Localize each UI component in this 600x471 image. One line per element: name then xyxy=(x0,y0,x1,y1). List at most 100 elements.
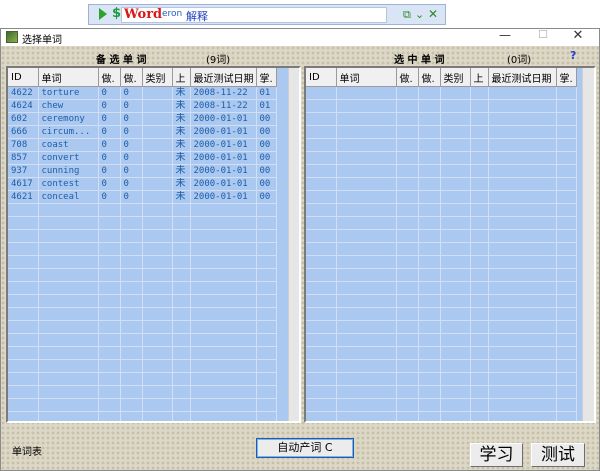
table-row[interactable]: 4617 contest 0 0 未 2000-01-01 00 xyxy=(8,177,277,191)
word-display-field[interactable]: Word eron 解释 xyxy=(121,7,387,23)
table-cell xyxy=(440,151,471,165)
table-cell xyxy=(470,99,489,113)
column-header[interactable]: 做. xyxy=(98,68,121,87)
study-button[interactable]: 学习 xyxy=(470,443,523,467)
table-cell xyxy=(306,242,337,256)
test-button[interactable]: 测试 xyxy=(531,443,585,467)
table-cell xyxy=(396,294,419,308)
column-header[interactable]: 做. xyxy=(418,68,441,87)
empty-row xyxy=(306,138,577,152)
dollar-icon[interactable]: $ xyxy=(112,6,121,21)
column-header[interactable]: 做. xyxy=(120,68,143,87)
table-cell xyxy=(418,268,441,282)
table-cell: 0 xyxy=(120,112,143,126)
table-cell xyxy=(172,242,191,256)
table-cell xyxy=(120,398,143,412)
table-cell xyxy=(336,151,397,165)
column-header[interactable]: 单词 xyxy=(336,68,397,87)
candidate-words-grid[interactable]: ID 单词 做. 做. 类别上最近测试日期 掌. 4622 torture 0 0 未 2008-1… xyxy=(6,66,301,423)
table-cell: 0 xyxy=(98,190,121,204)
table-cell xyxy=(396,190,419,204)
restore-icon[interactable]: ⧉ xyxy=(403,8,411,22)
table-cell xyxy=(172,398,191,412)
table-row[interactable]: 4622 torture 0 0 未 2008-11-22 01 xyxy=(8,86,277,100)
table-cell xyxy=(256,268,277,282)
selected-words-grid[interactable]: ID 单词 做. 做. 类别上最近测试日期 掌. xyxy=(304,66,596,423)
table-cell xyxy=(256,255,277,269)
table-cell xyxy=(190,255,257,269)
table-cell xyxy=(8,294,39,308)
column-header[interactable]: ID xyxy=(8,68,39,87)
table-cell xyxy=(440,281,471,295)
table-cell xyxy=(336,138,397,152)
toolbar-close-icon[interactable]: ✕ xyxy=(428,7,438,21)
column-header[interactable]: 做. xyxy=(396,68,419,87)
chevron-down-icon[interactable]: ⌄ xyxy=(415,8,424,21)
auto-generate-button[interactable]: 自动产词 C xyxy=(256,438,354,458)
table-cell xyxy=(142,333,173,347)
table-cell xyxy=(396,411,419,421)
table-cell xyxy=(556,151,577,165)
table-cell xyxy=(172,411,191,421)
column-header[interactable]: 上 xyxy=(470,68,489,87)
column-header[interactable]: 类别 xyxy=(142,68,173,87)
table-cell xyxy=(190,333,257,347)
table-row[interactable]: 4624 chew 0 0 未 2008-11-22 01 xyxy=(8,99,277,113)
table-cell xyxy=(556,112,577,126)
table-cell xyxy=(418,86,441,100)
candidate-scrollbar[interactable] xyxy=(288,68,299,421)
table-cell xyxy=(142,359,173,373)
column-header[interactable]: 掌. xyxy=(556,68,577,87)
table-row[interactable]: 708 coast 0 0 未 2000-01-01 00 xyxy=(8,138,277,152)
column-header[interactable]: 单词 xyxy=(38,68,99,87)
selected-scrollbar[interactable] xyxy=(582,68,594,421)
close-button[interactable]: ✕ xyxy=(563,28,593,45)
table-cell xyxy=(336,411,397,421)
table-row[interactable]: 602 ceremony 0 0 未 2000-01-01 00 xyxy=(8,112,277,126)
play-icon[interactable] xyxy=(99,8,107,20)
column-header[interactable]: ID xyxy=(306,68,337,87)
table-cell: 0 xyxy=(98,125,121,139)
table-cell xyxy=(440,307,471,321)
table-cell xyxy=(470,346,489,360)
table-cell xyxy=(256,333,277,347)
table-row[interactable]: 4621 conceal 0 0 未 2000-01-01 00 xyxy=(8,190,277,204)
maximize-button[interactable]: ☐ xyxy=(528,28,558,45)
table-cell xyxy=(38,229,99,243)
table-cell xyxy=(306,86,337,100)
explanation-text: 解释 xyxy=(186,10,208,23)
table-cell xyxy=(142,307,173,321)
column-header[interactable]: 上 xyxy=(172,68,191,87)
column-header[interactable]: 最近测试日期 xyxy=(488,68,557,87)
table-cell xyxy=(8,346,39,360)
table-cell xyxy=(172,385,191,399)
column-header[interactable]: 掌. xyxy=(256,68,277,87)
table-cell xyxy=(396,320,419,334)
table-cell xyxy=(98,268,121,282)
table-cell xyxy=(470,216,489,230)
column-header[interactable]: 最近测试日期 xyxy=(190,68,257,87)
table-row[interactable]: 666 circum... 0 0 未 2000-01-01 00 xyxy=(8,125,277,139)
table-cell xyxy=(256,242,277,256)
table-cell xyxy=(306,112,337,126)
empty-row xyxy=(306,112,577,126)
minimize-button[interactable]: — xyxy=(490,28,520,45)
table-cell: conceal xyxy=(38,190,99,204)
table-cell xyxy=(556,216,577,230)
table-cell xyxy=(120,320,143,334)
table-cell xyxy=(440,242,471,256)
table-cell xyxy=(336,255,397,269)
column-header[interactable]: 类别 xyxy=(440,68,471,87)
table-cell xyxy=(306,190,337,204)
table-cell xyxy=(556,203,577,217)
table-row[interactable]: 937 cunning 0 0 未 2000-01-01 00 xyxy=(8,164,277,178)
table-cell xyxy=(190,203,257,217)
table-cell xyxy=(38,398,99,412)
table-row[interactable]: 857 convert 0 0 未 2000-01-01 00 xyxy=(8,151,277,165)
title-bar: 选择单词 — ☐ ✕ xyxy=(1,28,599,46)
table-cell xyxy=(418,333,441,347)
help-icon[interactable]: ? xyxy=(570,49,576,62)
table-cell xyxy=(98,255,121,269)
empty-row xyxy=(306,268,577,282)
empty-row xyxy=(306,190,577,204)
